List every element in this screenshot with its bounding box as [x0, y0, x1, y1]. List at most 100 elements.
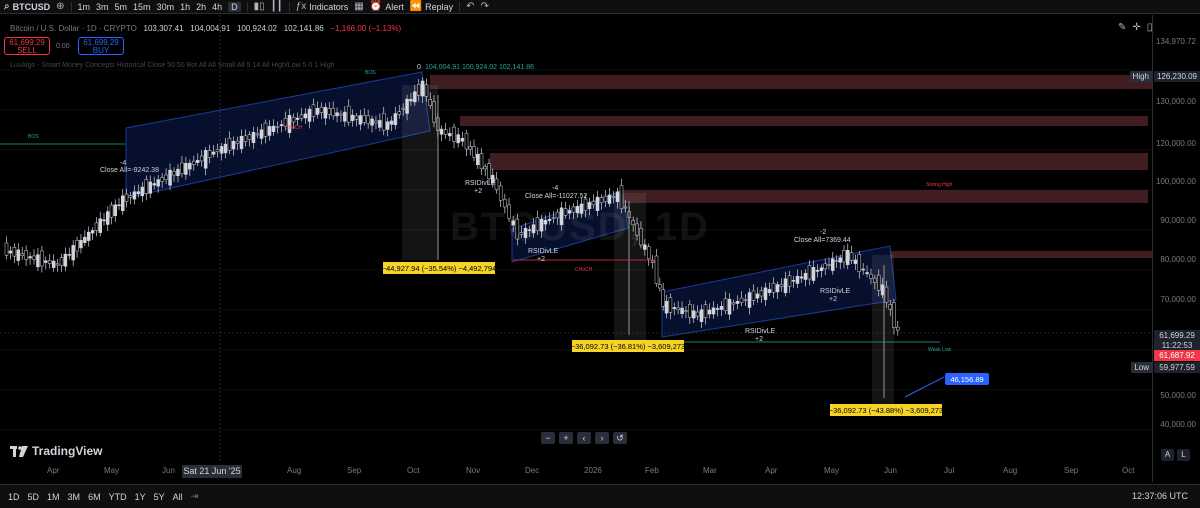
zoom-in-button[interactable]: +	[559, 432, 573, 444]
symbol-search[interactable]: ⌕ BTCUSD	[4, 1, 50, 12]
interval-2h[interactable]: 2h	[196, 2, 206, 12]
reset-chart-button[interactable]: ↺	[613, 432, 627, 444]
candle-body	[688, 304, 692, 318]
candle-body	[735, 301, 740, 304]
utc-clock[interactable]: 12:37:06 UTC	[1132, 491, 1188, 501]
logo-text: TradingView	[32, 444, 103, 458]
supply-zone	[460, 116, 1148, 126]
candle-body	[362, 114, 367, 123]
candle-body	[815, 269, 820, 272]
auto-scale-button[interactable]: A	[1161, 449, 1174, 461]
candle-body	[599, 197, 604, 204]
close-all-qty: -4	[552, 185, 558, 192]
candle-body	[90, 230, 95, 234]
candle-body	[184, 162, 188, 175]
close-all-label: Close All=-11027.52	[525, 193, 587, 200]
candle-body	[672, 307, 677, 309]
candles-icon[interactable]: ┃┃	[271, 1, 283, 12]
candle-body	[668, 297, 673, 313]
interval-4h[interactable]: 4h	[212, 2, 222, 12]
candle-body	[680, 307, 684, 314]
candle-body	[55, 263, 60, 266]
range-1d[interactable]: 1D	[8, 492, 20, 502]
time-axis[interactable]: Apr May Jun Aug Sep Oct Nov Dec 2026 Feb…	[0, 462, 1152, 482]
time-label: Oct	[407, 466, 420, 475]
candle-body	[460, 137, 465, 142]
candle-body	[172, 171, 176, 176]
interval-30m[interactable]: 30m	[157, 2, 175, 12]
candle-body	[783, 278, 788, 293]
candle-body	[12, 247, 17, 257]
zoom-out-button[interactable]: −	[541, 432, 555, 444]
separator	[459, 1, 461, 12]
tradingview-logo[interactable]: TradingView	[10, 444, 102, 458]
interval-15m[interactable]: 15m	[133, 2, 151, 12]
layout-grid-icon[interactable]: ▦	[354, 1, 363, 12]
legend-close: 102,141.86	[283, 24, 324, 33]
scroll-right-button[interactable]: ›	[595, 432, 609, 444]
candle-body	[188, 162, 192, 170]
range-5y[interactable]: 5Y	[154, 492, 165, 502]
low-value-tag: 59,977.59	[1154, 362, 1200, 373]
candle-body	[795, 275, 800, 284]
candle-body	[846, 250, 850, 265]
range-1y[interactable]: 1Y	[135, 492, 146, 502]
choch-label: CHoCH	[575, 267, 593, 273]
price-axis[interactable]: 134,970.72 130,000.00 120,000.00 100,000…	[1129, 15, 1200, 482]
candle-body	[8, 250, 13, 254]
price-label: 134,970.72	[1155, 37, 1196, 46]
candle-body	[219, 146, 224, 154]
compare-plus-icon[interactable]: ⊕	[56, 1, 64, 12]
buy-button[interactable]: 61,699.29 BUY	[78, 37, 124, 55]
candle-body	[295, 117, 300, 120]
time-label: Sep	[347, 466, 362, 475]
candle-body	[160, 177, 164, 182]
time-label: May	[104, 466, 120, 475]
undo-icon[interactable]: ↶	[466, 1, 474, 12]
low-label-tag: Low	[1131, 362, 1152, 373]
candle-body	[315, 108, 320, 115]
candle-body	[106, 211, 110, 225]
candle-body	[707, 309, 712, 315]
candle-body	[164, 174, 168, 180]
rsi-divergence-label: RSIDivLE	[745, 328, 776, 335]
range-3m[interactable]: 3M	[68, 492, 81, 502]
indicator-legend[interactable]: LuxAlgo - Smart Money Concepts Historica…	[10, 62, 335, 69]
interval-d[interactable]: D	[228, 1, 241, 12]
bid-price-tag: 61,687.92	[1154, 350, 1200, 361]
candle-body	[255, 133, 260, 136]
interval-3m[interactable]: 3m	[96, 2, 109, 12]
redo-icon[interactable]: ↷	[481, 1, 489, 12]
candle-body	[842, 250, 846, 263]
alert-button[interactable]: ⏰ Alert	[370, 1, 404, 12]
interval-5m[interactable]: 5m	[115, 2, 128, 12]
interval-1m[interactable]: 1m	[78, 2, 91, 12]
log-scale-button[interactable]: L	[1177, 449, 1190, 461]
range-5d[interactable]: 5D	[28, 492, 40, 502]
candle-body	[36, 254, 40, 268]
candle-body	[378, 120, 382, 128]
time-label: Dec	[525, 466, 540, 475]
bar-style-icon[interactable]: ▮▯	[254, 1, 265, 12]
symbol-label: BTCUSD	[12, 1, 51, 12]
candle-body	[247, 134, 252, 140]
range-ytd[interactable]: YTD	[109, 492, 127, 502]
price-label: 70,000.00	[1160, 295, 1196, 304]
measure-label: −36,092.73 (−43.88%) −3,609,273	[829, 406, 943, 415]
indicators-button[interactable]: ƒx Indicators	[296, 1, 349, 12]
crosshair-icon[interactable]: ✛	[1132, 22, 1140, 33]
target-price: 46,156.89	[950, 375, 983, 384]
replay-button[interactable]: ⏪ Replay	[410, 1, 453, 12]
range-6m[interactable]: 6M	[88, 492, 101, 502]
candle-body	[24, 250, 28, 260]
pair-name: Bitcoin / U.S. Dollar · 1D · CRYPTO	[10, 24, 137, 33]
interval-1h[interactable]: 1h	[180, 2, 190, 12]
time-label: Feb	[645, 466, 659, 475]
separator	[70, 1, 72, 12]
pencil-icon[interactable]: ✎	[1118, 22, 1126, 33]
scroll-left-button[interactable]: ‹	[577, 432, 591, 444]
range-1m[interactable]: 1M	[47, 492, 60, 502]
date-range-icon[interactable]: ⇥	[191, 491, 199, 502]
sell-button[interactable]: 61,699.29 SELL	[4, 37, 50, 55]
range-all[interactable]: All	[173, 492, 183, 502]
